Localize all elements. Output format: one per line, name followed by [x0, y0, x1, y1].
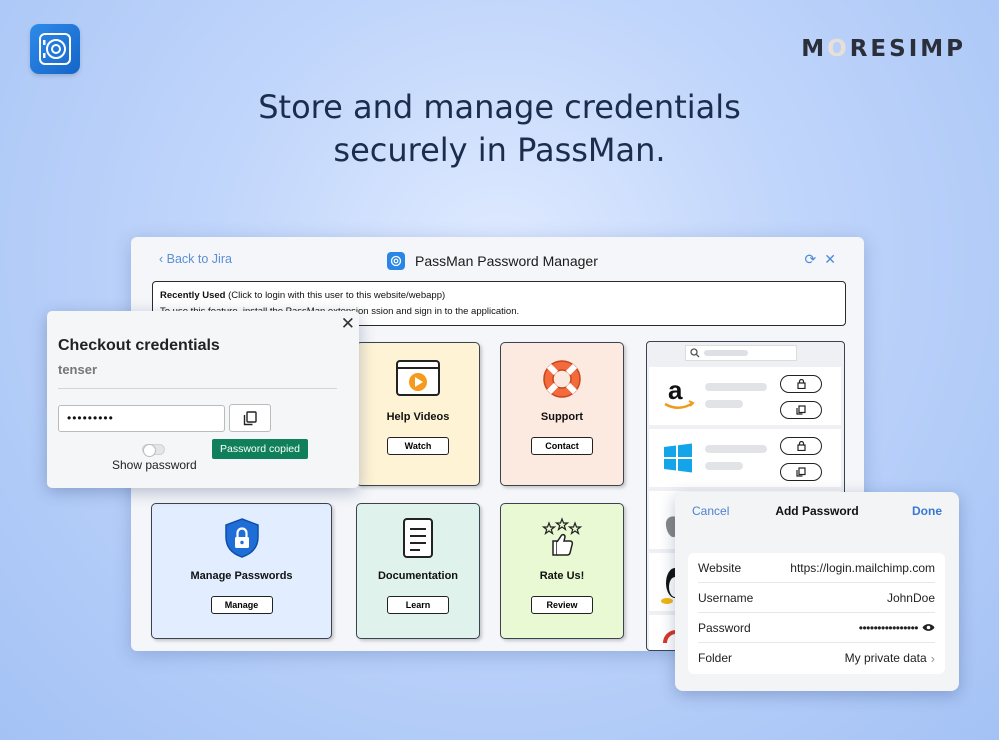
- learn-button[interactable]: Learn: [387, 596, 449, 614]
- refresh-icon[interactable]: ⟳: [805, 251, 817, 268]
- shield-lock-icon: [223, 516, 261, 560]
- copy-password-button[interactable]: [229, 404, 271, 432]
- divider: [58, 388, 337, 389]
- window-actions: ⟳ ✕: [805, 251, 836, 268]
- headline-line-1: Store and manage credentials: [258, 88, 741, 126]
- headline: Store and manage credentials securely in…: [0, 86, 999, 172]
- card-title: Manage Passwords: [190, 570, 293, 582]
- copy-icon: [796, 467, 806, 477]
- field-value: https://login.mailchimp.com: [790, 560, 935, 575]
- card-help-videos: Help Videos Watch: [356, 342, 480, 486]
- field-label: Folder: [698, 651, 733, 665]
- card-rate-us: Rate Us! Review: [500, 503, 624, 639]
- review-button[interactable]: Review: [531, 596, 593, 614]
- window-title: PassMan Password Manager: [387, 252, 598, 270]
- username-field[interactable]: Username JohnDoe: [698, 583, 935, 613]
- video-player-icon: [395, 357, 441, 401]
- show-password-toggle[interactable]: [142, 444, 165, 457]
- card-support: Support Contact: [500, 342, 624, 486]
- copy-icon: [243, 410, 257, 425]
- contact-button[interactable]: Contact: [531, 437, 593, 455]
- thumbs-up-stars-icon: [539, 516, 585, 560]
- copy-icon: [796, 405, 806, 415]
- card-documentation: Documentation Learn: [356, 503, 480, 639]
- password-field[interactable]: Password ••••••••••••••••: [698, 613, 935, 643]
- lock-button[interactable]: [780, 437, 822, 455]
- lock-icon: [796, 441, 806, 451]
- search-input[interactable]: [685, 345, 797, 361]
- window-title-text: PassMan Password Manager: [415, 253, 598, 269]
- card-title: Support: [540, 411, 584, 423]
- password-copied-toast: Password copied: [212, 439, 308, 459]
- lifebuoy-icon: [541, 357, 583, 401]
- field-value: ••••••••••••••••: [858, 620, 919, 635]
- close-icon[interactable]: ✕: [341, 314, 355, 334]
- list-item[interactable]: a: [649, 367, 841, 425]
- recent-hint: (Click to login with this user to this w…: [225, 290, 446, 301]
- folder-field[interactable]: Folder My private data ›: [698, 643, 935, 673]
- vault-icon: [39, 33, 71, 65]
- field-value-wrap: ••••••••••••••••: [859, 621, 935, 635]
- headline-line-2: securely in PassMan.: [333, 131, 666, 169]
- username-label: tenser: [58, 362, 98, 377]
- eye-icon[interactable]: [922, 623, 935, 632]
- document-icon: [401, 516, 435, 560]
- website-field[interactable]: Website https://login.mailchimp.com: [698, 553, 935, 583]
- close-icon[interactable]: ✕: [824, 251, 836, 268]
- recent-line2-b: ssion and sign in to the application.: [371, 306, 520, 317]
- search-icon: [690, 348, 700, 358]
- watch-button[interactable]: Watch: [387, 437, 449, 455]
- show-password-label: Show password: [112, 458, 197, 472]
- list-item[interactable]: [649, 429, 841, 487]
- app-logo: [30, 24, 80, 74]
- chevron-right-icon: ›: [930, 650, 935, 666]
- copy-button[interactable]: [780, 463, 822, 481]
- card-title: Help Videos: [386, 411, 450, 423]
- field-label: Website: [698, 560, 742, 575]
- back-link[interactable]: ‹ Back to Jira: [159, 252, 232, 266]
- done-button[interactable]: Done: [912, 504, 942, 518]
- svg-text:a: a: [668, 379, 683, 405]
- brand-logo: MORESIMP: [801, 36, 966, 62]
- card-manage-passwords: Manage Passwords Manage: [151, 503, 332, 639]
- field-label: Username: [698, 590, 754, 605]
- checkout-credentials-dialog: ✕ Checkout credentials tenser ••••••••• …: [47, 311, 359, 488]
- card-title: Documentation: [377, 570, 459, 582]
- add-password-dialog: Add Password Cancel Done Website https:/…: [675, 492, 959, 691]
- lock-icon: [796, 379, 806, 389]
- dialog-title: Checkout credentials: [58, 337, 220, 354]
- recent-label: Recently Used: [160, 290, 226, 301]
- passman-logo-icon: [387, 252, 405, 270]
- cancel-button[interactable]: Cancel: [692, 504, 729, 518]
- field-value: JohnDoe: [886, 590, 935, 605]
- password-field[interactable]: •••••••••: [58, 405, 225, 432]
- add-password-form: Website https://login.mailchimp.com User…: [688, 553, 945, 674]
- amazon-logo-icon: a: [664, 379, 695, 409]
- field-label: Password: [698, 620, 751, 635]
- search-placeholder-bar: [704, 350, 748, 356]
- lock-button[interactable]: [780, 375, 822, 393]
- manage-button[interactable]: Manage: [210, 596, 273, 614]
- windows-logo-icon: [664, 443, 692, 473]
- field-value: My private data: [844, 651, 927, 665]
- copy-button[interactable]: [780, 401, 822, 419]
- field-value-wrap: My private data ›: [845, 651, 935, 666]
- card-title: Rate Us!: [539, 570, 585, 582]
